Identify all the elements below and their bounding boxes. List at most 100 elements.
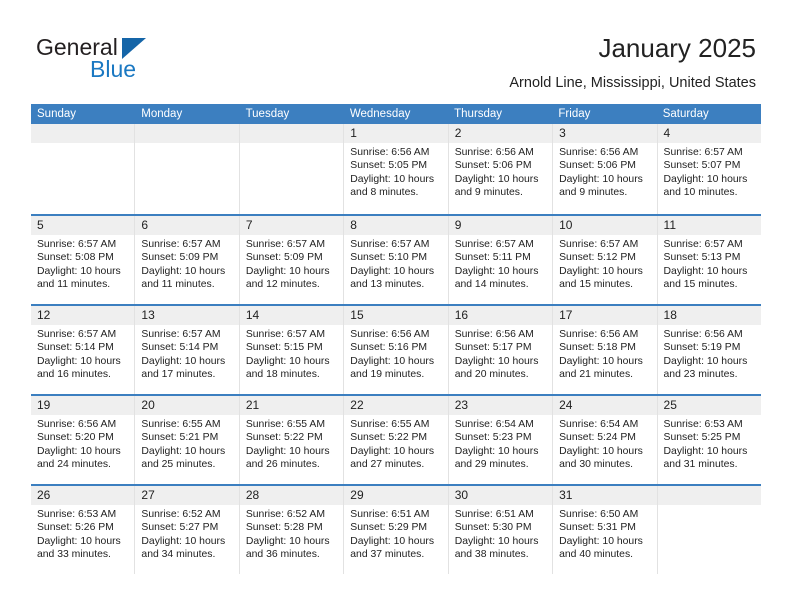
calendar-weeks: 1 Sunrise: 6:56 AM Sunset: 5:05 PM Daylight… (31, 124, 761, 574)
day-number: 12 (37, 308, 51, 322)
daylight-text: Daylight: 10 hours and 30 minutes. (559, 445, 643, 471)
day-number-band: 3 (553, 124, 657, 143)
day-number-band: 14 (239, 306, 344, 325)
sunset-text: Sunset: 5:24 PM (559, 432, 636, 444)
calendar-day-cell[interactable]: 13 Sunrise: 6:57 AM Sunset: 5:14 PM Dayligh… (135, 306, 240, 394)
calendar-day-cell[interactable]: 27 Sunrise: 6:52 AM Sunset: 5:27 PM Dayligh… (135, 486, 240, 574)
calendar-day-cell[interactable]: 22 Sunrise: 6:55 AM Sunset: 5:22 PM Dayligh… (344, 396, 449, 484)
calendar-day-cell[interactable]: 24 Sunrise: 6:54 AM Sunset: 5:24 PM Dayligh… (553, 396, 658, 484)
calendar-day-cell[interactable]: 2 Sunrise: 6:56 AM Sunset: 5:06 PM Daylight… (448, 124, 554, 214)
calendar-day-cell[interactable]: 1 Sunrise: 6:56 AM Sunset: 5:05 PM Daylight… (344, 124, 449, 214)
day-details: Sunrise: 6:56 AM Sunset: 5:05 PM Daylight:… (344, 143, 447, 200)
sunrise-text: Sunrise: 6:51 AM (350, 509, 430, 520)
sunset-text: Sunset: 5:25 PM (663, 432, 741, 444)
calendar-day-cell[interactable]: 20 Sunrise: 6:55 AM Sunset: 5:21 PM Dayligh… (135, 396, 240, 484)
calendar-day-cell[interactable]: 17 Sunrise: 6:56 AM Sunset: 5:18 PM Dayligh… (553, 306, 658, 394)
day-details: Sunrise: 6:56 AM Sunset: 5:18 PM Daylight:… (553, 325, 656, 382)
daylight-text: Daylight: 10 hours and 21 minutes. (559, 355, 643, 381)
sunset-text: Sunset: 5:23 PM (454, 432, 532, 444)
calendar-day-cell[interactable]: 8 Sunrise: 6:57 AM Sunset: 5:10 PM Daylight… (344, 216, 449, 304)
calendar-day-cell[interactable]: 3 Sunrise: 6:56 AM Sunset: 5:06 PM Daylight… (553, 124, 658, 214)
day-details: Sunrise: 6:51 AM Sunset: 5:29 PM Daylight:… (344, 505, 447, 562)
day-details: Sunrise: 6:57 AM Sunset: 5:09 PM Daylight:… (240, 235, 343, 292)
sunset-text: Sunset: 5:18 PM (559, 342, 636, 354)
calendar-day-cell-empty (31, 124, 136, 214)
day-details: Sunrise: 6:56 AM Sunset: 5:20 PM Daylight:… (31, 415, 134, 472)
sunset-text: Sunset: 5:20 PM (37, 432, 114, 444)
sunrise-text: Sunrise: 6:57 AM (663, 147, 743, 158)
calendar-day-cell[interactable]: 21 Sunrise: 6:55 AM Sunset: 5:22 PM Dayligh… (239, 396, 345, 484)
day-details: Sunrise: 6:54 AM Sunset: 5:24 PM Daylight:… (553, 415, 656, 472)
day-number-band: 20 (135, 396, 239, 415)
day-number-band: 28 (239, 486, 344, 505)
day-number: 18 (663, 308, 677, 322)
calendar-day-cell-empty (239, 124, 345, 214)
calendar-day-cell[interactable]: 10 Sunrise: 6:57 AM Sunset: 5:12 PM Dayligh… (553, 216, 658, 304)
sunrise-text: Sunrise: 6:52 AM (141, 509, 221, 520)
calendar-day-cell[interactable]: 31 Sunrise: 6:50 AM Sunset: 5:31 PM Dayligh… (553, 486, 658, 574)
daylight-text: Daylight: 10 hours and 33 minutes. (37, 535, 121, 561)
calendar-day-cell[interactable]: 26 Sunrise: 6:53 AM Sunset: 5:26 PM Dayligh… (31, 486, 136, 574)
day-details: Sunrise: 6:52 AM Sunset: 5:27 PM Daylight:… (135, 505, 238, 562)
sunset-text: Sunset: 5:12 PM (559, 252, 636, 264)
day-number-band (135, 124, 239, 143)
sunrise-text: Sunrise: 6:52 AM (245, 509, 325, 520)
sunset-text: Sunset: 5:17 PM (454, 342, 532, 354)
calendar-day-cell[interactable]: 30 Sunrise: 6:51 AM Sunset: 5:30 PM Dayligh… (448, 486, 554, 574)
day-number-band: 27 (135, 486, 239, 505)
day-number-band: 26 (31, 486, 135, 505)
day-number: 23 (454, 398, 469, 412)
day-number: 1 (350, 126, 357, 140)
calendar-day-cell[interactable]: 12 Sunrise: 6:57 AM Sunset: 5:14 PM Dayligh… (31, 306, 136, 394)
sunset-text: Sunset: 5:09 PM (141, 252, 219, 264)
calendar-day-cell[interactable]: 11 Sunrise: 6:57 AM Sunset: 5:13 PM Dayligh… (657, 216, 761, 304)
calendar-day-cell[interactable]: 29 Sunrise: 6:51 AM Sunset: 5:29 PM Dayligh… (344, 486, 449, 574)
calendar-week-row: 19 Sunrise: 6:56 AM Sunset: 5:20 PM Dayligh… (31, 394, 761, 484)
calendar-day-cell[interactable]: 9 Sunrise: 6:57 AM Sunset: 5:11 PM Daylight… (448, 216, 554, 304)
sunset-text: Sunset: 5:07 PM (663, 160, 741, 172)
calendar-day-cell[interactable]: 19 Sunrise: 6:56 AM Sunset: 5:20 PM Dayligh… (31, 396, 136, 484)
day-number: 28 (245, 488, 260, 502)
calendar-day-cell[interactable]: 16 Sunrise: 6:56 AM Sunset: 5:17 PM Dayligh… (448, 306, 554, 394)
calendar-day-cell[interactable]: 7 Sunrise: 6:57 AM Sunset: 5:09 PM Daylight… (239, 216, 345, 304)
day-details: Sunrise: 6:50 AM Sunset: 5:31 PM Daylight:… (553, 505, 656, 562)
calendar-day-cell[interactable]: 6 Sunrise: 6:57 AM Sunset: 5:09 PM Daylight… (135, 216, 240, 304)
calendar-day-cell[interactable]: 18 Sunrise: 6:56 AM Sunset: 5:19 PM Dayligh… (657, 306, 761, 394)
day-number: 31 (559, 488, 573, 502)
day-number-band: 12 (31, 306, 135, 325)
day-number: 22 (350, 398, 364, 412)
weekday-header-friday: Friday (558, 108, 591, 120)
day-number-band (31, 124, 135, 143)
calendar-day-cell[interactable]: 5 Sunrise: 6:57 AM Sunset: 5:08 PM Daylight… (31, 216, 136, 304)
day-number-band: 31 (553, 486, 657, 505)
daylight-text: Daylight: 10 hours and 34 minutes. (141, 535, 226, 561)
daylight-text: Daylight: 10 hours and 40 minutes. (559, 535, 643, 561)
calendar-day-cell[interactable]: 25 Sunrise: 6:53 AM Sunset: 5:25 PM Dayligh… (657, 396, 761, 484)
weekday-header-monday: Monday (141, 108, 183, 120)
calendar-day-cell[interactable]: 14 Sunrise: 6:57 AM Sunset: 5:15 PM Dayligh… (239, 306, 345, 394)
page-header: General Blue January 2025 Arnold Line, M… (0, 0, 792, 100)
day-number-band: 7 (239, 216, 344, 235)
sunset-text: Sunset: 5:10 PM (350, 252, 428, 264)
calendar-day-cell[interactable]: 28 Sunrise: 6:52 AM Sunset: 5:28 PM Dayligh… (239, 486, 345, 574)
daylight-text: Daylight: 10 hours and 38 minutes. (454, 535, 539, 561)
sunset-text: Sunset: 5:08 PM (37, 252, 114, 264)
day-details: Sunrise: 6:57 AM Sunset: 5:08 PM Daylight:… (31, 235, 134, 292)
daylight-text: Daylight: 10 hours and 37 minutes. (350, 535, 435, 561)
calendar-day-cell[interactable]: 15 Sunrise: 6:56 AM Sunset: 5:16 PM Dayligh… (344, 306, 449, 394)
calendar-week-row: 1 Sunrise: 6:56 AM Sunset: 5:05 PM Daylight… (31, 124, 761, 214)
sunset-text: Sunset: 5:11 PM (454, 252, 531, 264)
sunrise-text: Sunrise: 6:50 AM (559, 509, 639, 520)
sunrise-text: Sunrise: 6:55 AM (245, 419, 325, 430)
day-number-band: 1 (344, 124, 448, 143)
day-number: 5 (37, 218, 44, 232)
day-details: Sunrise: 6:57 AM Sunset: 5:15 PM Daylight:… (240, 325, 343, 382)
day-number: 16 (454, 308, 469, 322)
generalblue-logo[interactable]: General Blue (36, 34, 246, 88)
day-number: 25 (663, 398, 677, 412)
calendar-day-cell[interactable]: 23 Sunrise: 6:54 AM Sunset: 5:23 PM Dayligh… (448, 396, 554, 484)
day-number-band: 25 (657, 396, 761, 415)
sunrise-text: Sunrise: 6:51 AM (454, 509, 534, 520)
day-number: 2 (454, 126, 462, 140)
calendar-day-cell[interactable]: 4 Sunrise: 6:57 AM Sunset: 5:07 PM Daylight… (657, 124, 761, 214)
